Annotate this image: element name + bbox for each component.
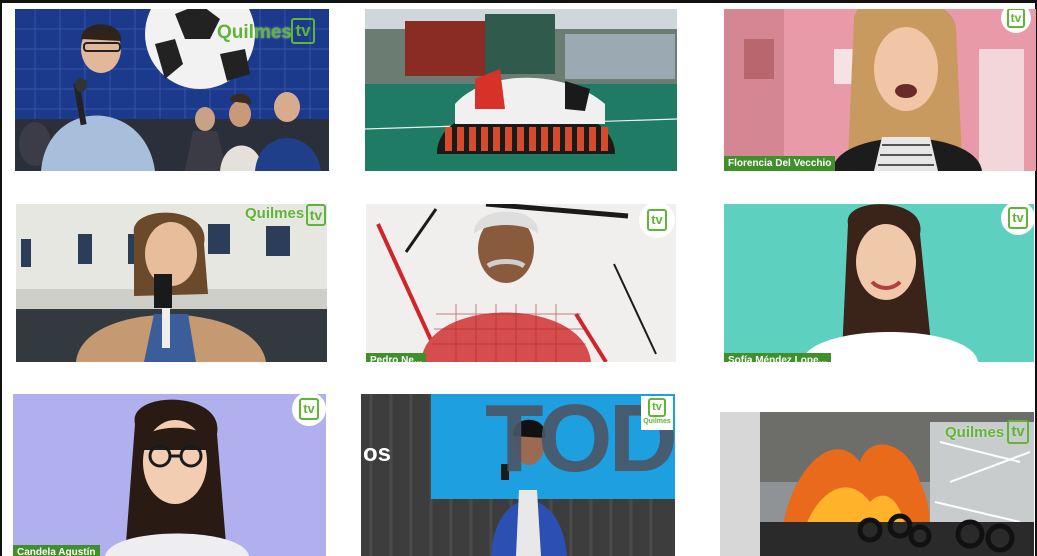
video-tile-pedro-interview[interactable]: tv Pedro Ne... [366,204,676,362]
name-tag-florencia: Florencia Del Vecchio [724,156,836,171]
quilmes-logo-text: Quilmes [945,424,1005,441]
tv-badge-icon: tv [1001,204,1034,235]
florencia-scene [724,9,1036,171]
stage-side-text: os [363,440,392,467]
video-tile-reporter-outdoors[interactable]: Quilmes tv [16,204,327,362]
name-tag-candela: Candela Agustín [13,545,100,556]
video-tile-candela-agustin[interactable]: tv Candela Agustín [13,394,326,556]
tv-logo-icon: tv [648,398,666,417]
candela-scene [13,394,326,556]
video-tile-speaker-event[interactable]: Quilmes tv [15,9,329,171]
quilmes-tv-logo-icon: tv [306,204,326,226]
video-tile-hockey-team[interactable] [365,9,677,171]
tv-logo-icon: tv [1008,207,1028,229]
reporter-scene [16,204,327,362]
video-tile-speaker-stage[interactable]: TOD os tv Quilmes [361,394,675,556]
quilmes-tv-logo-icon: tv [1007,420,1029,444]
pedro-scene [366,204,676,362]
tv-logo-icon: tv [1007,9,1025,28]
tv-logo-icon: tv [299,398,319,420]
quilmes-logo-text: Quilmes [245,205,305,222]
video-tile-fire-scene[interactable]: Quilmes tv [720,402,1034,556]
quilmes-logo-text: Quilmes [217,22,292,43]
video-tile-florencia-del-vecchio[interactable]: tv Florencia Del Vecchio [724,9,1036,171]
video-tile-sofia-mendez[interactable]: tv Sofía Méndez Lope... [724,204,1034,362]
quilmes-tv-logo-icon: tv [291,18,315,44]
sofia-scene [724,204,1034,362]
quilmes-small-label: Quilmes [643,418,671,425]
tv-logo-icon: tv [647,209,667,231]
name-tag-pedro: Pedro Ne... [366,353,427,362]
hockey-team-scene [365,9,677,171]
name-tag-sofia: Sofía Méndez Lope... [724,353,831,362]
quilmes-tv-badge: tv Quilmes [641,396,673,430]
